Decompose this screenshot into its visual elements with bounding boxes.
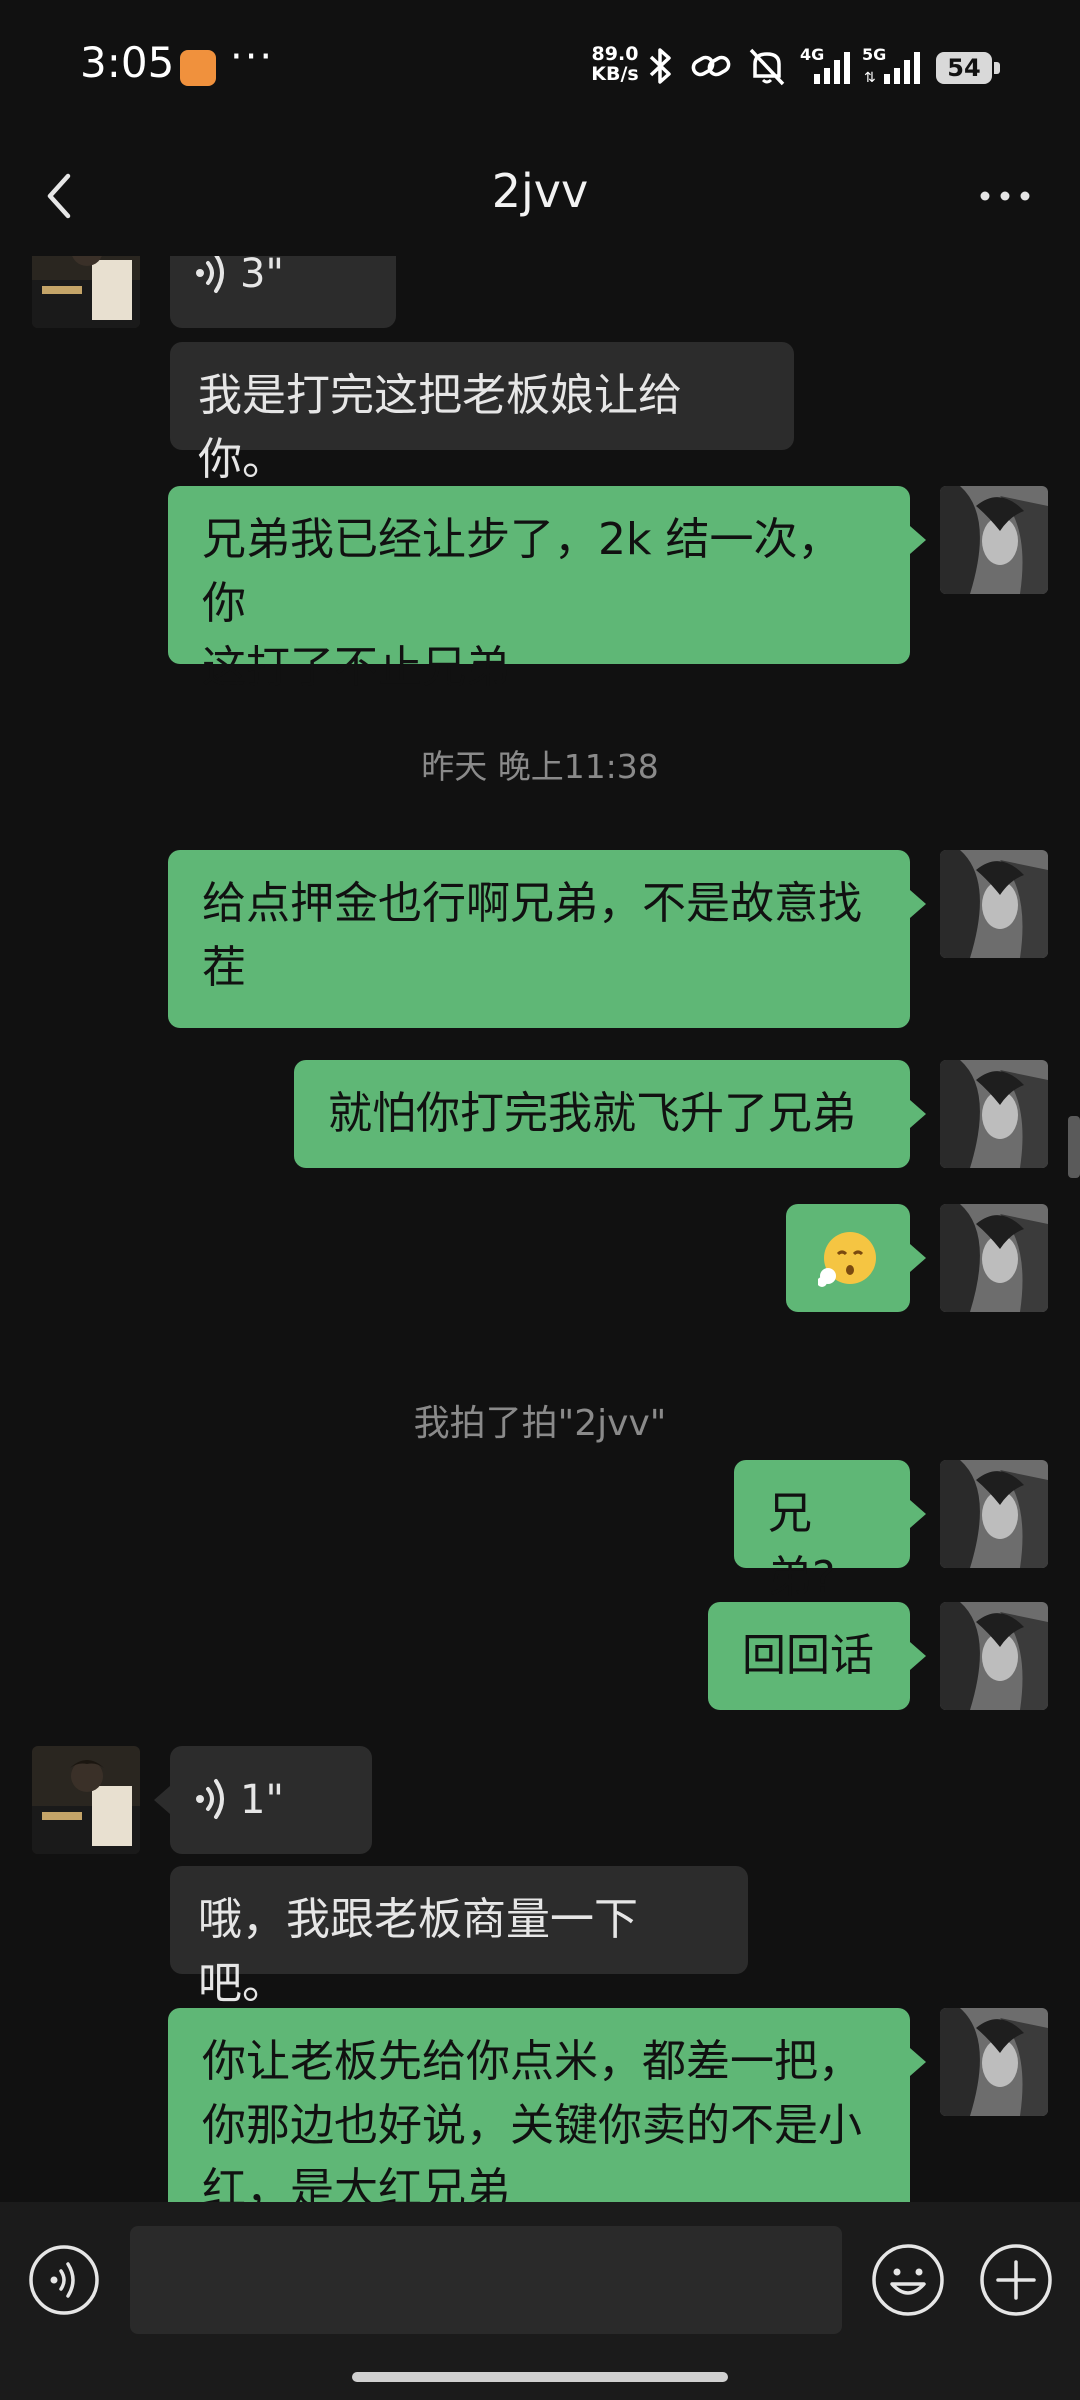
voice-duration: 3" [240,256,284,297]
message-outgoing[interactable]: 就怕你打完我就飞升了兄弟 [294,1060,910,1168]
message-text-line: 你让老板先给你点米，都差一把， [202,2036,862,2087]
pat-notice: 我拍了拍"2jvv" [413,1403,667,1444]
more-options-icon[interactable] [975,166,1035,226]
voice-message-incoming[interactable]: 3" [170,256,396,328]
battery-icon: 54 [936,52,992,84]
voice-wave-icon [196,256,224,293]
self-avatar[interactable] [940,1460,1048,1568]
input-bar [0,2202,1080,2400]
message-text-line: 你那边也好说，关键你卖的不是小 [202,2100,862,2151]
chat-header: 2jvv [0,136,1080,256]
message-text-line: 兄弟我已经让步了，2k 结一次，你 [202,514,842,629]
self-avatar[interactable] [940,1060,1048,1168]
bubble-tail [910,526,926,554]
status-time: 3:05 [80,38,175,87]
message-text: 哦，我跟老板商量一下吧。 [198,1894,638,2009]
signal-4g-icon: 4G [800,46,850,84]
self-avatar[interactable] [940,1204,1048,1312]
message-outgoing-emoji[interactable] [786,1204,910,1312]
battery-tip [994,62,1000,74]
message-text-line: 给点押金也行啊兄弟，不是故意找 [202,878,862,929]
link-icon [691,55,731,77]
bubble-tail [910,1642,926,1670]
app-notification-icon [180,50,216,86]
message-incoming[interactable]: 我是打完这把老板娘让给你。 [170,342,794,485]
network-speed: 89.0 KB/s [585,44,645,84]
message-text: 就怕你打完我就飞升了兄弟 [328,1088,856,1139]
network-speed-unit: KB/s [591,63,639,85]
contact-avatar[interactable] [32,1746,140,1854]
self-avatar[interactable] [940,486,1048,594]
signal-4g-label: 4G [800,46,824,64]
bubble-tail [910,1500,926,1528]
network-speed-value: 89.0 [591,43,639,65]
plus-icon[interactable] [978,2242,1054,2318]
message-outgoing[interactable]: 兄弟? [734,1460,910,1603]
home-indicator[interactable] [352,2372,728,2382]
message-input[interactable] [130,2226,842,2334]
emoji-icon[interactable] [870,2242,946,2318]
message-outgoing[interactable]: 回回话 [708,1602,910,1710]
message-text: 我是打完这把老板娘让给你。 [198,370,682,485]
message-list[interactable]: 3" 我是打完这把老板娘让给你。 兄弟我已经让步了，2k 结一次，你 这打了不止… [0,256,1080,2202]
svg-text:⇅: ⇅ [864,70,876,86]
message-outgoing[interactable]: 兄弟我已经让步了，2k 结一次，你 这打了不止兄弟 [168,486,910,693]
message-incoming[interactable]: 哦，我跟老板商量一下吧。 [170,1866,748,2009]
voice-input-icon[interactable] [28,2244,100,2316]
voice-wave-icon [196,1779,224,1819]
bubble-tail [910,1100,926,1128]
battery-level: 54 [947,54,981,82]
chat-title: 2jvv [491,164,589,218]
message-text-line: 茬 [202,942,246,993]
scrollbar-thumb[interactable] [1068,1116,1080,1178]
message-outgoing[interactable]: 给点押金也行啊兄弟，不是故意找 茬 [168,850,910,1028]
timestamp-separator: 昨天 晚上11:38 [421,747,659,786]
bluetooth-icon [649,48,671,84]
mute-icon [749,48,785,86]
signal-5g-label: 5G [862,46,886,64]
message-outgoing[interactable]: 你让老板先给你点米，都差一把， 你那边也好说，关键你卖的不是小 红，是大红兄弟 [168,2008,910,2202]
status-bar: 3:05 ··· 89.0 KB/s 4G 5G ⇅ 54 [0,0,1080,136]
self-avatar[interactable] [940,2008,1048,2116]
signal-5g-icon: 5G ⇅ [862,46,920,86]
message-text-line: 这打了不止兄弟 [202,642,510,693]
contact-avatar[interactable] [32,256,140,328]
self-avatar[interactable] [940,1602,1048,1710]
message-text: 回回话 [742,1630,874,1681]
more-notifications-icon: ··· [230,34,275,80]
bubble-tail [910,1244,926,1272]
sigh-face-emoji-icon [818,1232,876,1287]
message-text-line: 红，是大红兄弟 [202,2164,510,2202]
voice-message-incoming[interactable]: 1" [170,1746,372,1854]
bubble-tail [910,2048,926,2076]
self-avatar[interactable] [940,850,1048,958]
bubble-tail [910,890,926,918]
bubble-tail [154,1786,170,1814]
voice-duration: 1" [240,1777,284,1823]
message-text: 兄弟? [768,1488,836,1603]
